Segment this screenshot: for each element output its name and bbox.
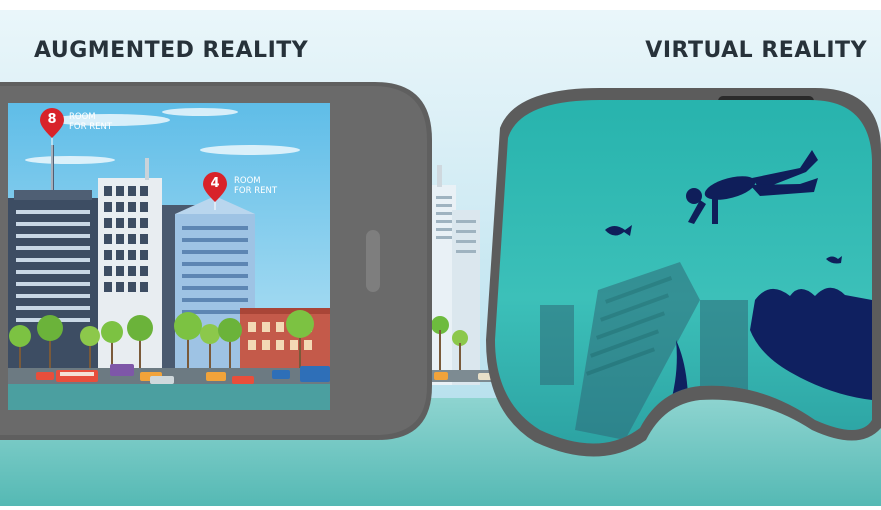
ar-heading: AUGMENTED REALITY [34,38,309,63]
phone-home-button [366,230,380,292]
phone-screen [8,103,330,410]
pin-label-line1: ROOM [69,112,96,122]
pin-label-line1: ROOM [234,176,261,186]
vr-heading: VIRTUAL REALITY [645,38,867,63]
pin-label: ROOM FOR RENT [69,112,112,132]
ar-vr-illustration: AUGMENTED REALITY VIRTUAL REALITY 8 ROOM… [0,0,881,506]
illustration-canvas [0,0,881,506]
pin-label: ROOM FOR RENT [234,176,277,196]
pin-number: 8 [47,112,57,127]
pin-number: 4 [210,176,220,191]
pin-label-line2: FOR RENT [234,186,278,196]
pin-label-line2: FOR RENT [69,122,113,132]
